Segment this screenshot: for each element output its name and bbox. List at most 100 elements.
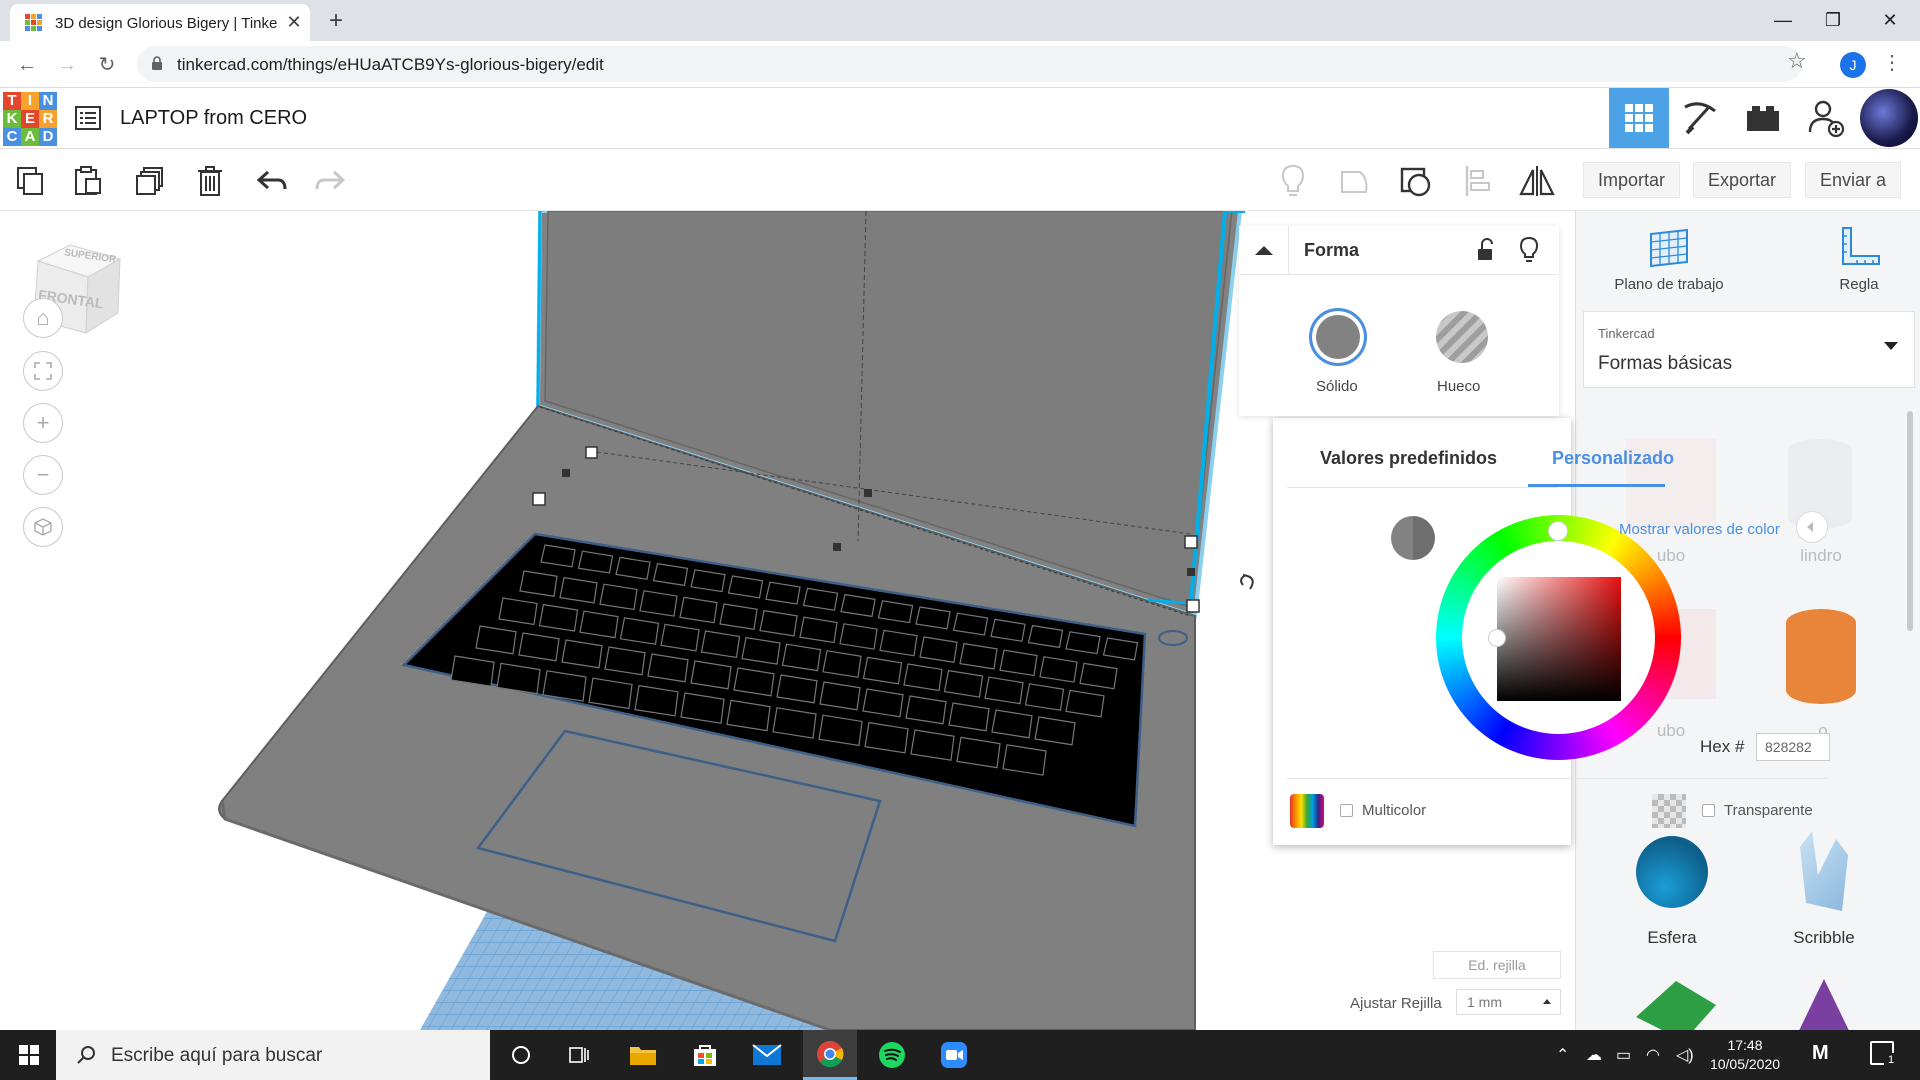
copy-button[interactable] — [10, 161, 50, 201]
keyboard-key — [579, 610, 619, 639]
browser-tab[interactable]: 3D design Glorious Bigery | Tinke ✕ — [10, 4, 310, 41]
redo-button[interactable] — [310, 161, 350, 201]
task-view-icon[interactable] — [552, 1030, 606, 1080]
design-title[interactable]: LAPTOP from CERO — [120, 107, 307, 130]
keyboard-key — [538, 603, 579, 632]
battery-icon[interactable]: ▭ — [1616, 1045, 1631, 1065]
green-shape-thumb[interactable] — [1636, 981, 1716, 1030]
windows-start-icon[interactable] — [2, 1030, 56, 1080]
file-explorer-icon[interactable] — [616, 1030, 670, 1080]
reload-icon[interactable]: ↻ — [93, 51, 121, 79]
hole-label: Hueco — [1437, 378, 1481, 395]
zoom-in-icon[interactable]: + — [23, 403, 63, 443]
workplane-tool[interactable]: Plano de trabajo — [1609, 226, 1729, 293]
snap-grid-label: Ajustar Rejilla — [1350, 995, 1442, 1012]
align-button[interactable] — [1458, 161, 1498, 201]
ungroup-icon — [1400, 167, 1431, 197]
delete-button[interactable] — [190, 161, 230, 201]
import-button[interactable]: Importar — [1583, 162, 1681, 198]
pyramid-shape-thumb[interactable] — [1794, 979, 1854, 1030]
snap-grid-select[interactable]: 1 mm — [1456, 989, 1561, 1015]
maximize-button[interactable]: ❐ — [1810, 6, 1856, 34]
hex-input[interactable]: 828282 — [1756, 733, 1830, 761]
cylinder-orange-shape-thumb[interactable] — [1786, 609, 1856, 704]
group-button[interactable] — [1335, 161, 1375, 201]
tinkercad-logo[interactable]: TINKERCAD — [3, 92, 57, 146]
send-to-button[interactable]: Enviar a — [1805, 162, 1902, 198]
tab-custom[interactable]: Personalizado — [1552, 448, 1674, 469]
back-icon[interactable]: ← — [13, 51, 41, 79]
meet-now-icon[interactable]: M — [1812, 1042, 1829, 1065]
sphere-shape-thumb[interactable] — [1636, 836, 1708, 908]
omnibox[interactable]: tinkercad.com/things/eHUaATCB9Ys-gloriou… — [137, 46, 1802, 82]
user-avatar[interactable] — [1860, 89, 1918, 147]
perspective-icon[interactable] — [23, 507, 63, 547]
wifi-icon[interactable]: ◠ — [1646, 1045, 1660, 1065]
tab-presets[interactable]: Valores predefinidos — [1320, 448, 1497, 469]
volume-icon[interactable]: ◁) — [1676, 1045, 1694, 1065]
hole-swatch[interactable] — [1436, 311, 1488, 363]
chrome-taskbar-icon[interactable] — [803, 1030, 857, 1080]
home-view-icon[interactable]: ⌂ — [23, 298, 63, 338]
tab-separator — [1287, 487, 1557, 488]
minimize-button[interactable]: — — [1760, 6, 1806, 34]
mirror-button[interactable] — [1517, 161, 1557, 201]
color-wheel[interactable] — [1436, 515, 1681, 760]
paste-button[interactable] — [68, 161, 108, 201]
inspector-header: Forma — [1239, 226, 1559, 275]
taskbar-search[interactable]: Escribe aquí para buscar — [56, 1030, 490, 1080]
mail-icon[interactable] — [740, 1030, 794, 1080]
invite-user-button[interactable] — [1796, 88, 1856, 148]
onedrive-icon[interactable]: ☁ — [1586, 1045, 1602, 1065]
fit-view-icon[interactable] — [23, 351, 63, 391]
saturation-handle[interactable] — [1488, 629, 1506, 647]
duplicate-button[interactable] — [130, 161, 170, 201]
taskbar-clock[interactable]: 17:48 10/05/2020 — [1700, 1036, 1790, 1074]
tray-chevron-up-icon[interactable]: ⌃ — [1556, 1045, 1569, 1065]
undo-button[interactable] — [252, 161, 292, 201]
transparent-checkbox[interactable] — [1702, 804, 1715, 817]
library-source-select[interactable]: Tinkercad Formas básicas — [1583, 311, 1915, 388]
notifications-icon[interactable]: 1 — [1870, 1041, 1898, 1067]
lightbulb-icon — [1281, 164, 1305, 196]
new-tab-button[interactable]: + — [322, 8, 350, 36]
show-color-values-text[interactable]: Mostrar valores de color — [1619, 521, 1780, 538]
scribble-shape-thumb[interactable] — [1800, 831, 1848, 911]
multicolor-checkbox[interactable] — [1340, 804, 1353, 817]
browser-menu-icon[interactable]: ⋮ — [1882, 50, 1902, 75]
cortana-icon[interactable] — [494, 1030, 548, 1080]
ruler-tool[interactable]: Regla — [1819, 226, 1899, 293]
snap-grid-value: 1 mm — [1467, 994, 1502, 1010]
saturation-square[interactable] — [1497, 577, 1621, 701]
multicolor-icon — [1290, 794, 1324, 828]
show-all-button[interactable] — [1273, 161, 1313, 201]
lock-icon — [152, 56, 162, 70]
profile-avatar[interactable]: J — [1840, 52, 1866, 78]
edit-grid-button[interactable]: Ed. rejilla — [1433, 951, 1561, 979]
solid-color-swatch[interactable] — [1309, 308, 1367, 366]
forward-icon[interactable]: → — [53, 51, 81, 79]
grid-view-button[interactable] — [1609, 88, 1669, 148]
windows-taskbar: Escribe aquí para buscar ⌃ ☁ ▭ ◠ ◁) 17:4… — [0, 1030, 1920, 1080]
lightbulb-icon[interactable] — [1519, 237, 1539, 263]
collapse-inspector-button[interactable] — [1239, 226, 1289, 275]
store-icon[interactable] — [678, 1030, 732, 1080]
design-list-icon[interactable] — [75, 105, 101, 131]
tab-close-icon[interactable]: ✕ — [284, 12, 304, 32]
zoom-icon[interactable] — [927, 1030, 981, 1080]
export-button[interactable]: Exportar — [1693, 162, 1792, 198]
notifications-count: 1 — [1884, 1053, 1898, 1067]
zoom-out-icon[interactable]: − — [23, 455, 63, 495]
ungroup-button[interactable] — [1396, 161, 1436, 201]
library-scrollbar[interactable] — [1907, 411, 1913, 631]
bricks-view-button[interactable] — [1733, 88, 1793, 148]
browser-tab-bar: 3D design Glorious Bigery | Tinke ✕ + — … — [0, 0, 1920, 41]
blocks-view-button[interactable] — [1670, 88, 1730, 148]
bookmark-star-icon[interactable]: ☆ — [1787, 48, 1807, 74]
spotify-icon[interactable] — [865, 1030, 919, 1080]
close-window-button[interactable]: ✕ — [1867, 6, 1913, 34]
lock-open-icon[interactable] — [1475, 238, 1497, 262]
keyboard-key — [822, 650, 862, 678]
copy-icon — [17, 167, 43, 195]
hue-handle[interactable] — [1548, 521, 1568, 541]
